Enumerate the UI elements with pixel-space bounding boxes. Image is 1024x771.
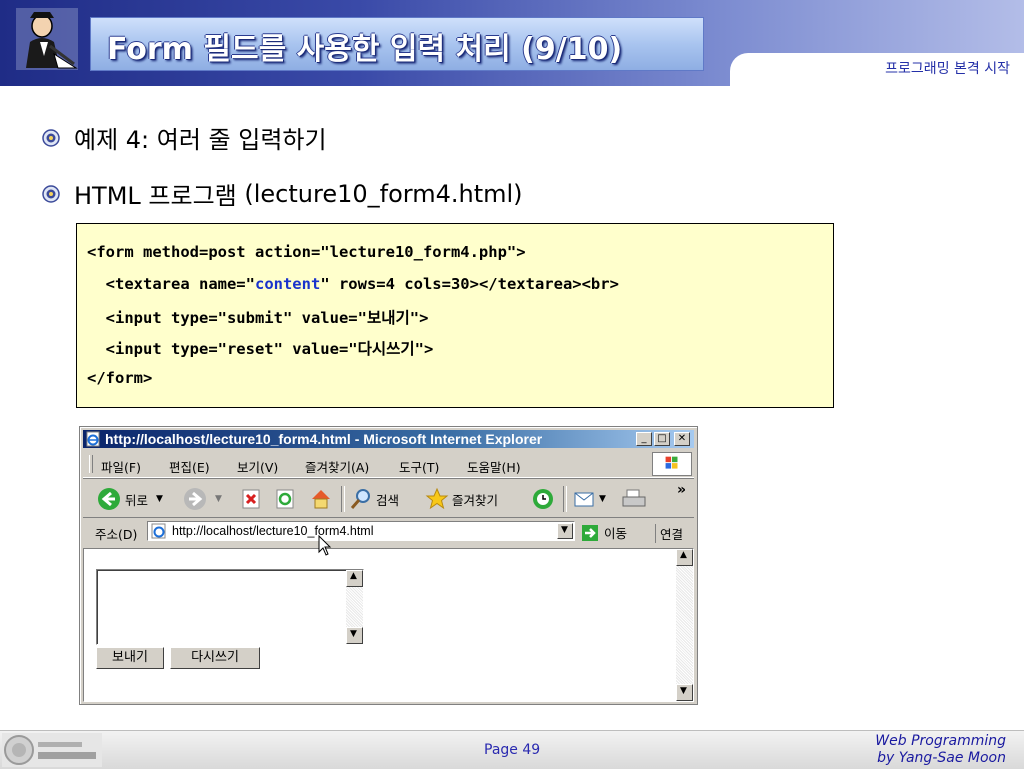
scroll-down-button[interactable]: ▼ bbox=[346, 627, 363, 644]
title-box: Form 필드를 사용한 입력 처리 (9/10) bbox=[90, 17, 704, 71]
close-button[interactable]: ✕ bbox=[674, 432, 690, 446]
print-icon[interactable] bbox=[621, 487, 647, 511]
address-dropdown[interactable]: ▼ bbox=[557, 523, 573, 539]
browser-title: http://localhost/lecture10_form4.html - … bbox=[105, 431, 543, 447]
slide-header: Form 필드를 사용한 입력 처리 (9/10) 프로그래밍 본격 시작 bbox=[0, 0, 1024, 86]
scroll-up-button[interactable]: ▲ bbox=[676, 549, 693, 566]
university-emblem-icon bbox=[4, 735, 96, 765]
mail-button[interactable]: ▼ bbox=[573, 487, 606, 511]
back-label: 뒤로 bbox=[125, 492, 149, 508]
forward-arrow-icon bbox=[184, 488, 206, 510]
address-label: 주소(D) bbox=[95, 527, 138, 542]
search-icon bbox=[350, 489, 370, 509]
bullet-item: 예제 4: 여러 줄 입력하기 bbox=[42, 120, 327, 155]
toolbar-separator bbox=[563, 486, 567, 512]
search-button[interactable]: 검색 bbox=[349, 487, 399, 511]
mail-icon bbox=[574, 492, 594, 507]
history-icon[interactable] bbox=[531, 487, 555, 511]
author-name: by Yang-Sae Moon bbox=[877, 750, 1006, 766]
emblem-bullet-icon bbox=[42, 184, 60, 203]
code-line: <textarea name="content" rows=4 cols=30>… bbox=[87, 275, 619, 293]
reset-button[interactable]: 다시쓰기 bbox=[170, 647, 260, 669]
writer-logo-icon bbox=[16, 8, 78, 70]
bullet-text: HTML 프로그램 bbox=[74, 182, 245, 210]
back-dropdown-icon[interactable]: ▼ bbox=[156, 494, 163, 504]
toolbar-grip[interactable] bbox=[89, 455, 93, 473]
code-box: <form method=post action="lecture10_form… bbox=[76, 223, 834, 408]
mail-dropdown-icon[interactable]: ▼ bbox=[599, 494, 606, 504]
toolbar-separator bbox=[341, 486, 345, 512]
chevron-up-icon: ▲ bbox=[350, 571, 357, 581]
course-name: Web Programming bbox=[875, 733, 1006, 749]
code-line: <form method=post action="lecture10_form… bbox=[87, 243, 526, 261]
stop-icon[interactable] bbox=[241, 489, 261, 509]
forward-button[interactable]: ▼ bbox=[183, 487, 222, 511]
chevron-up-icon: ▲ bbox=[680, 550, 687, 560]
maximize-button[interactable]: □ bbox=[654, 432, 670, 446]
address-value: http://localhost/lecture10_form4.html bbox=[172, 524, 374, 538]
search-label: 검색 bbox=[376, 492, 400, 508]
scroll-up-button[interactable]: ▲ bbox=[346, 570, 363, 587]
go-button[interactable]: 이동 bbox=[581, 523, 627, 542]
ie-page-icon bbox=[151, 523, 166, 539]
page-content: ▲ ▼ 보내기 다시쓰기 ▲ ▼ bbox=[83, 548, 694, 702]
home-icon[interactable] bbox=[309, 487, 333, 511]
code-line: </form> bbox=[87, 369, 153, 387]
favorites-button[interactable]: 즐겨찾기 bbox=[425, 487, 498, 511]
browser-window: http://localhost/lecture10_form4.html - … bbox=[79, 426, 698, 705]
slide-footer: Page 49 Web Programming by Yang-Sae Moon bbox=[0, 730, 1024, 769]
back-arrow-icon bbox=[98, 488, 120, 510]
menu-tools[interactable]: 도구(T) bbox=[399, 457, 439, 476]
menu-help[interactable]: 도움말(H) bbox=[467, 457, 521, 476]
star-icon bbox=[425, 487, 449, 510]
footer-credit: Web Programming by Yang-Sae Moon bbox=[875, 733, 1006, 767]
links-button[interactable]: 연결 bbox=[655, 524, 683, 543]
university-logo bbox=[2, 733, 102, 767]
windows-logo bbox=[652, 452, 692, 476]
refresh-icon[interactable] bbox=[275, 489, 295, 509]
textarea-scrollbar[interactable]: ▲ ▼ bbox=[346, 570, 363, 644]
bullet-text: 예제 4: 여러 줄 입력하기 bbox=[74, 126, 327, 154]
go-arrow-icon bbox=[582, 524, 598, 541]
slide-subtitle: 프로그래밍 본격 시작 bbox=[885, 61, 1010, 77]
chevron-down-icon: ▼ bbox=[350, 629, 357, 639]
slide-title: Form 필드를 사용한 입력 처리 (9/10) bbox=[107, 32, 623, 67]
submit-button[interactable]: 보내기 bbox=[96, 647, 164, 669]
emblem-bullet-icon bbox=[42, 128, 60, 147]
content-textarea[interactable]: ▲ ▼ bbox=[96, 569, 364, 645]
chevron-down-icon: ▼ bbox=[561, 525, 568, 535]
address-input[interactable]: http://localhost/lecture10_form4.html ▼ bbox=[147, 521, 575, 541]
mouse-cursor-icon bbox=[318, 535, 332, 556]
menu-bar: 파일(F) 편집(E) 보기(V) 즐겨찾기(A) 도구(T) 도움말(H) bbox=[83, 451, 694, 478]
favorites-label: 즐겨찾기 bbox=[452, 492, 499, 508]
ie-page-icon bbox=[86, 431, 100, 447]
bullet-filename: (lecture10_form4.html) bbox=[244, 179, 523, 208]
browser-titlebar[interactable]: http://localhost/lecture10_form4.html - … bbox=[83, 430, 694, 448]
page-scrollbar[interactable]: ▲ ▼ bbox=[676, 549, 693, 701]
back-button[interactable]: 뒤로 ▼ bbox=[97, 487, 163, 511]
code-line: <input type="submit" value="보내기"> bbox=[87, 309, 429, 327]
bullet-item: HTML 프로그램 (lecture10_form4.html) bbox=[42, 176, 523, 211]
code-text: <textarea name=" bbox=[87, 275, 255, 293]
minimize-button[interactable]: _ bbox=[636, 432, 652, 446]
menu-favorites[interactable]: 즐겨찾기(A) bbox=[305, 457, 369, 476]
go-label: 이동 bbox=[604, 526, 628, 541]
page-number: Page 49 bbox=[484, 742, 541, 758]
code-line: <input type="reset" value="다시쓰기"> bbox=[87, 340, 434, 358]
chevron-down-icon: ▼ bbox=[680, 686, 687, 696]
standard-toolbar: 뒤로 ▼ ▼ 검색 즐겨찾기 ▼ » bbox=[83, 480, 694, 518]
menu-view[interactable]: 보기(V) bbox=[237, 457, 278, 476]
toolbar-chevron[interactable]: » bbox=[677, 482, 686, 498]
windows-flag-icon bbox=[665, 456, 678, 469]
code-highlight: content bbox=[254, 275, 321, 293]
code-text: " rows=4 cols=30></textarea><br> bbox=[320, 275, 619, 293]
menu-edit[interactable]: 편집(E) bbox=[169, 457, 210, 476]
menu-file[interactable]: 파일(F) bbox=[101, 457, 141, 476]
scroll-down-button[interactable]: ▼ bbox=[676, 684, 693, 701]
address-bar: 주소(D) http://localhost/lecture10_form4.h… bbox=[83, 519, 694, 545]
forward-dropdown-icon[interactable]: ▼ bbox=[215, 494, 222, 504]
